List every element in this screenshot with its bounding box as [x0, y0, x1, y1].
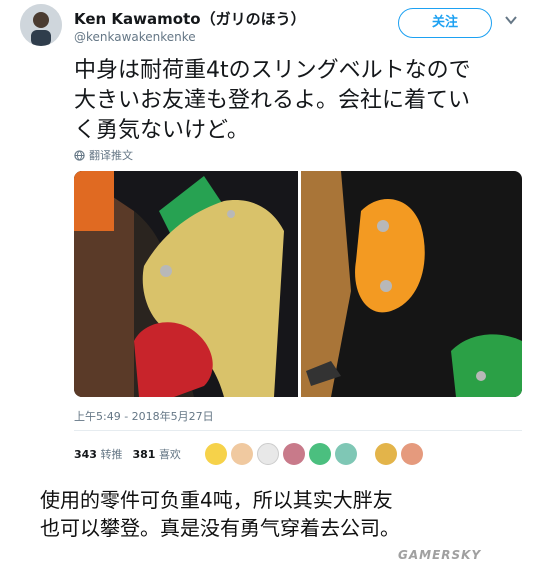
author-handle[interactable]: @kenkawakenkenke: [74, 30, 196, 44]
likes-label: 喜欢: [158, 448, 181, 461]
retweets-stat[interactable]: 343 转推: [74, 446, 122, 462]
translate-link[interactable]: 翻译推文: [74, 147, 133, 163]
translate-label[interactable]: 翻译推文: [89, 147, 133, 163]
liker-avatar[interactable]: [375, 443, 397, 465]
tweet-stats: 343 转推 381 喜欢: [74, 446, 181, 462]
likes-stat[interactable]: 381 喜欢: [132, 446, 180, 462]
divider: [74, 430, 522, 431]
tweet-text-line: く勇気ないけど。: [74, 118, 249, 143]
liker-avatar[interactable]: [257, 443, 279, 465]
liker-avatar[interactable]: [231, 443, 253, 465]
author-name[interactable]: Ken Kawamoto（ガリのほう）: [74, 8, 306, 29]
watermark: GAMERSKY: [398, 548, 482, 562]
timestamp[interactable]: 上午5:49 - 2018年5月27日: [74, 408, 214, 424]
avatar[interactable]: [20, 4, 62, 46]
photo-right[interactable]: [301, 171, 522, 397]
retweets-label: 转推: [100, 448, 123, 461]
follow-button[interactable]: 关注: [398, 8, 492, 38]
liker-avatars: [205, 440, 423, 468]
liker-avatar[interactable]: [335, 443, 357, 465]
tweet-text: 中身は耐荷重4tのスリングベルトなので 大きいお友達も登れるよ。会社に着てい く…: [74, 56, 534, 146]
likes-count: 381: [132, 448, 156, 461]
chevron-down-icon[interactable]: [504, 14, 518, 26]
caption-line: 也可以攀登。真是没有勇气穿着去公司。: [40, 516, 400, 540]
globe-icon: [74, 149, 85, 161]
liker-avatar[interactable]: [205, 443, 227, 465]
photo-grid: [74, 171, 522, 397]
liker-avatar[interactable]: [283, 443, 305, 465]
liker-avatar[interactable]: [401, 443, 423, 465]
photo-left[interactable]: [74, 171, 298, 397]
liker-avatar[interactable]: [309, 443, 331, 465]
tweet-text-line: 中身は耐荷重4tのスリングベルトなので: [74, 58, 471, 83]
tweet-text-line: 大きいお友達も登れるよ。会社に着てい: [74, 88, 471, 113]
translation-caption: 使用的零件可负重4吨，所以其实大胖友 也可以攀登。真是没有勇气穿着去公司。: [40, 486, 540, 542]
retweets-count: 343: [74, 448, 97, 461]
caption-line: 使用的零件可负重4吨，所以其实大胖友: [40, 488, 393, 512]
